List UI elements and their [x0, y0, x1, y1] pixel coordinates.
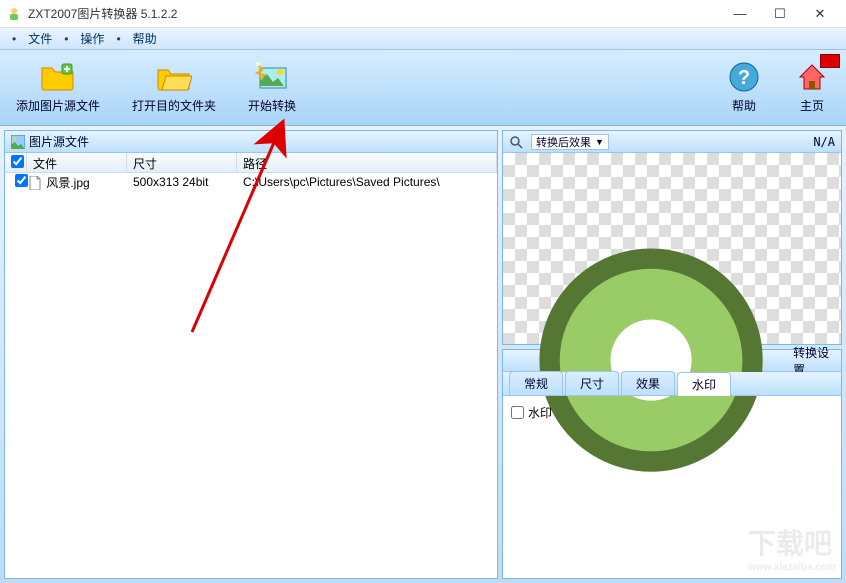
- help-label: 帮助: [732, 97, 756, 114]
- preview-mode-label: 转换后效果: [536, 134, 591, 150]
- column-file[interactable]: 文件: [27, 153, 127, 172]
- svg-text:?: ?: [738, 67, 750, 89]
- flag-icon: [820, 54, 840, 68]
- column-size[interactable]: 尺寸: [127, 153, 237, 172]
- maximize-button[interactable]: ☐: [760, 2, 800, 26]
- add-source-button[interactable]: 添加图片源文件: [10, 57, 106, 118]
- open-dest-label: 打开目的文件夹: [132, 97, 216, 114]
- folder-open-icon: [156, 61, 192, 93]
- window-title: ZXT2007图片转换器 5.1.2.2: [28, 5, 720, 22]
- add-source-label: 添加图片源文件: [16, 97, 100, 114]
- menubar: •文件 •操作 •帮助: [0, 28, 846, 50]
- row-filename: 风景.jpg: [46, 176, 89, 190]
- chevron-down-icon: ▼: [595, 137, 604, 147]
- open-dest-button[interactable]: 打开目的文件夹: [126, 57, 222, 118]
- row-path: C:\Users\pc\Pictures\Saved Pictures\: [237, 175, 497, 189]
- menu-file[interactable]: 文件: [20, 30, 60, 47]
- column-path[interactable]: 路径: [237, 153, 497, 172]
- settings-panel: 转换设置 常规 尺寸 效果 水印 水印: [502, 349, 842, 579]
- page-icon: [29, 176, 41, 190]
- folder-plus-icon: [40, 61, 76, 93]
- menu-operate[interactable]: 操作: [72, 30, 112, 47]
- tab-watermark[interactable]: 水印: [677, 372, 731, 396]
- tab-general[interactable]: 常规: [509, 371, 563, 395]
- source-panel: 图片源文件 文件 尺寸 路径 风景.jpg 500x313 24bit C:\U…: [4, 130, 498, 579]
- magnifier-icon: [509, 135, 523, 149]
- convert-icon: [254, 61, 290, 93]
- help-icon: ?: [726, 61, 762, 93]
- row-size: 500x313 24bit: [127, 175, 237, 189]
- menu-help[interactable]: 帮助: [125, 30, 165, 47]
- start-convert-button[interactable]: 开始转换: [242, 57, 302, 118]
- close-button[interactable]: ✕: [800, 2, 840, 26]
- source-list[interactable]: 风景.jpg 500x313 24bit C:\Users\pc\Picture…: [5, 173, 497, 578]
- watermark-tab-content: 水印: [503, 396, 841, 578]
- tab-effect[interactable]: 效果: [621, 371, 675, 395]
- tab-size[interactable]: 尺寸: [565, 371, 619, 395]
- source-panel-title: 图片源文件: [29, 133, 89, 150]
- source-list-header: 文件 尺寸 路径: [5, 153, 497, 173]
- minimize-button[interactable]: —: [720, 2, 760, 26]
- preview-mode-dropdown[interactable]: 转换后效果 ▼: [531, 134, 609, 150]
- watermark-checkbox[interactable]: [511, 406, 524, 419]
- app-icon: [6, 6, 22, 22]
- home-label: 主页: [800, 97, 824, 114]
- titlebar: ZXT2007图片转换器 5.1.2.2 — ☐ ✕: [0, 0, 846, 28]
- image-icon: [11, 135, 25, 149]
- watermark-checkbox-label[interactable]: 水印: [511, 404, 833, 421]
- list-item[interactable]: 风景.jpg 500x313 24bit C:\Users\pc\Picture…: [5, 173, 497, 191]
- select-all-checkbox[interactable]: [11, 155, 24, 168]
- start-convert-label: 开始转换: [248, 97, 296, 114]
- help-button[interactable]: ? 帮助: [720, 57, 768, 118]
- watermark-checkbox-text: 水印: [528, 404, 552, 421]
- preview-status: N/A: [813, 135, 835, 149]
- toolbar: 添加图片源文件 打开目的文件夹 开始转换 ? 帮助 主页: [0, 50, 846, 126]
